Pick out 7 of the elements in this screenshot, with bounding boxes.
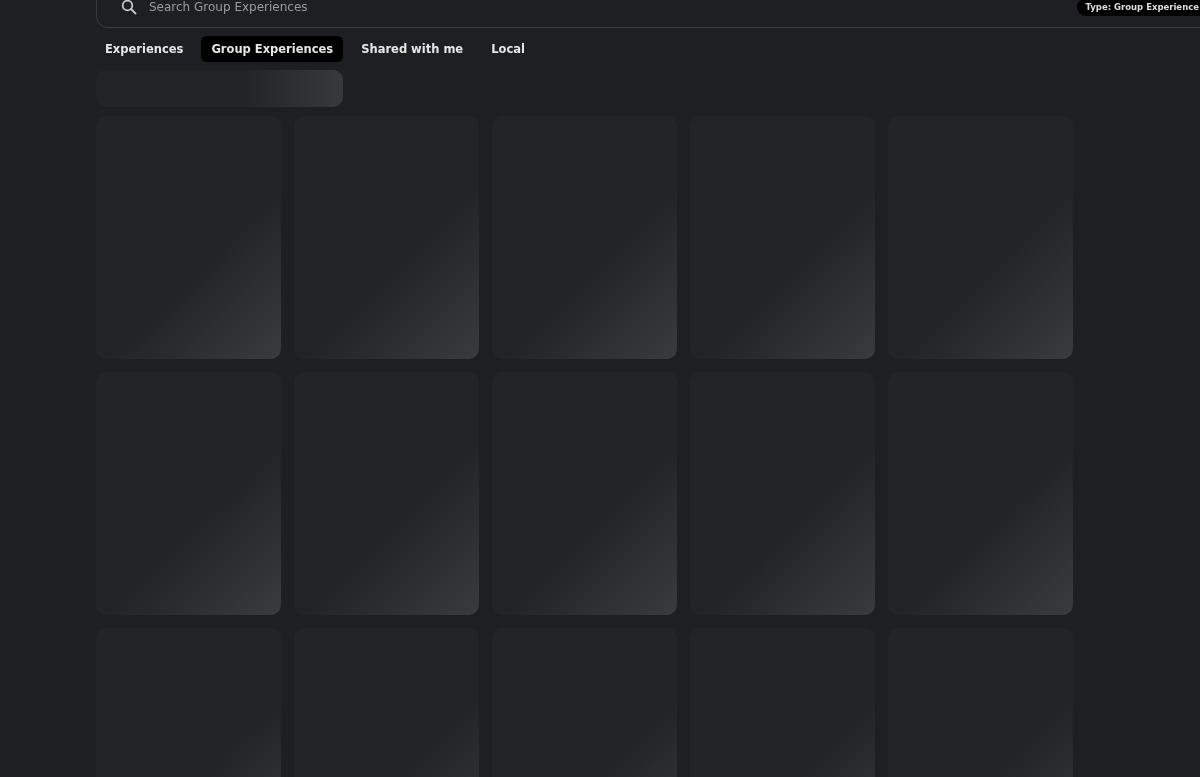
tab[interactable]: Shared with me	[351, 36, 474, 62]
tab[interactable]: Experiences	[96, 36, 194, 62]
tab[interactable]: Local	[481, 36, 535, 62]
filter-chip[interactable]: Type: Group Experience	[1077, 0, 1200, 16]
tab[interactable]: Group Experiences	[201, 36, 344, 62]
search-field[interactable]: Search Group Experiences Type: Group Experience	[96, 0, 1200, 28]
search-icon	[121, 0, 137, 15]
